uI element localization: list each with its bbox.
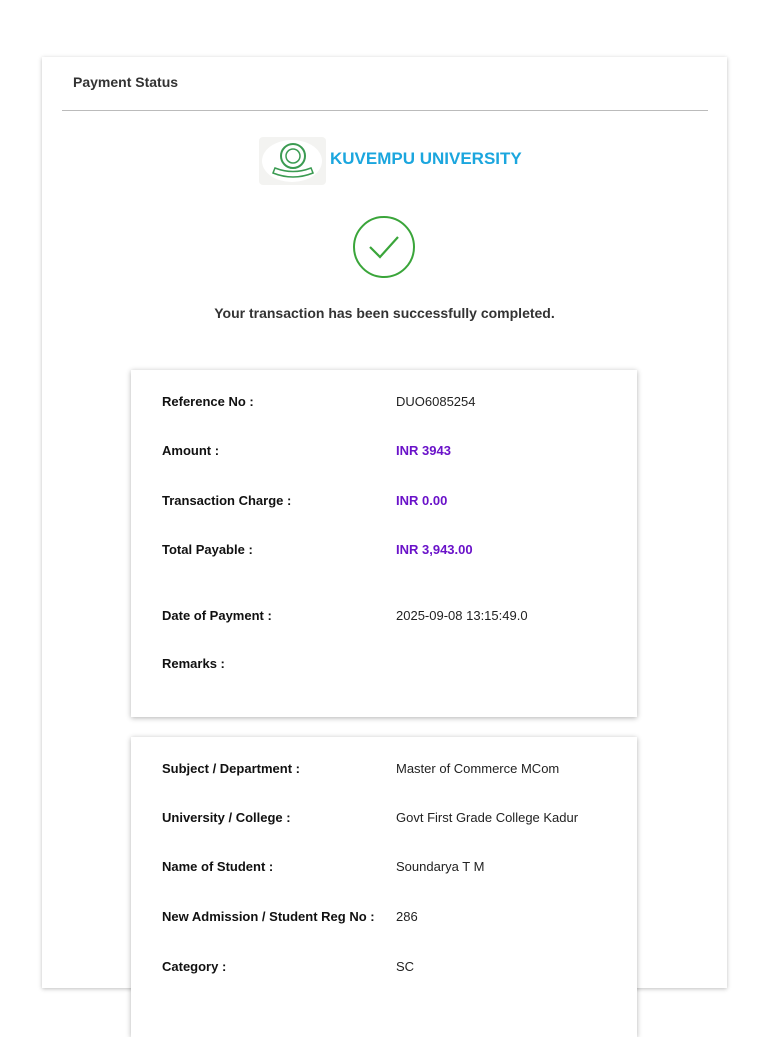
detail-value: SC xyxy=(396,959,415,974)
detail-value: 2025-09-08 13:15:49.0 xyxy=(396,608,528,623)
detail-value: DUO6085254 xyxy=(396,394,476,409)
detail-label: Subject / Department : xyxy=(162,761,300,776)
detail-label: Total Payable : xyxy=(162,542,253,557)
detail-label: Remarks : xyxy=(162,656,225,671)
detail-label: Date of Payment : xyxy=(162,608,272,623)
detail-value: Govt First Grade College Kadur xyxy=(396,810,579,825)
success-message: Your transaction has been successfully c… xyxy=(214,305,555,321)
detail-label: Category : xyxy=(162,959,227,974)
divider xyxy=(62,110,708,111)
detail-label: Transaction Charge : xyxy=(162,493,292,508)
detail-value: Soundarya T M xyxy=(396,859,485,874)
detail-value: INR 3,943.00 xyxy=(396,542,473,557)
detail-value: 286 xyxy=(396,909,418,924)
detail-label: University / College : xyxy=(162,810,291,825)
detail-label: New Admission / Student Reg No : xyxy=(162,909,375,924)
university-logo xyxy=(259,137,326,185)
detail-value: Master of Commerce MCom xyxy=(396,761,560,776)
student-details-card: Subject / Department : Master of Commerce… xyxy=(131,737,637,1037)
detail-label: Reference No : xyxy=(162,394,254,409)
detail-value: INR 3943 xyxy=(396,443,451,458)
university-name: KUVEMPU UNIVERSITY xyxy=(330,149,522,168)
page-title: Payment Status xyxy=(73,74,179,90)
detail-value: INR 0.00 xyxy=(396,493,448,508)
detail-label: Amount : xyxy=(162,443,220,458)
check-circle-icon xyxy=(352,215,416,284)
payment-details-card: Reference No : DUO6085254 Amount : INR 394… xyxy=(131,370,637,717)
detail-label: Name of Student : xyxy=(162,859,274,874)
